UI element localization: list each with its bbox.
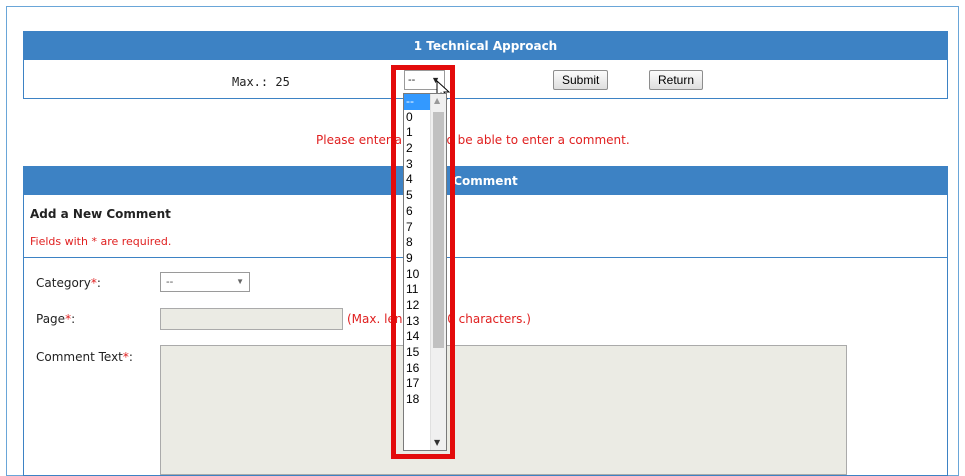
required-note: Fields with * are required. xyxy=(30,235,172,248)
add-comment-title: Add a New Comment xyxy=(30,207,171,221)
comment-subheader: Add a New Comment Fields with * are requ… xyxy=(24,195,947,258)
return-button[interactable]: Return xyxy=(649,70,704,90)
highlight-box xyxy=(391,65,455,459)
submit-button[interactable]: Submit xyxy=(553,70,609,90)
section-title: 1 Technical Approach xyxy=(24,32,947,60)
chevron-down-icon: ▼ xyxy=(236,277,244,286)
comment-text-label: Comment Text*: xyxy=(36,350,133,364)
max-score-label: Max.: 25 xyxy=(232,75,290,89)
validation-message: Please enter a score to be able to enter… xyxy=(316,133,630,147)
comment-header: Comment xyxy=(24,167,947,195)
comment-panel: Comment Add a New Comment Fields with * … xyxy=(23,166,948,476)
category-select[interactable]: -- ▼ xyxy=(160,272,250,292)
category-select-value: -- xyxy=(166,276,174,288)
comment-text-area[interactable] xyxy=(160,345,847,475)
category-label: Category*: xyxy=(36,276,101,290)
page-input[interactable] xyxy=(160,308,343,330)
page-label: Page*: xyxy=(36,312,76,326)
technical-approach-panel: 1 Technical Approach Max.: 25 -- ▼ Submi… xyxy=(23,31,948,99)
